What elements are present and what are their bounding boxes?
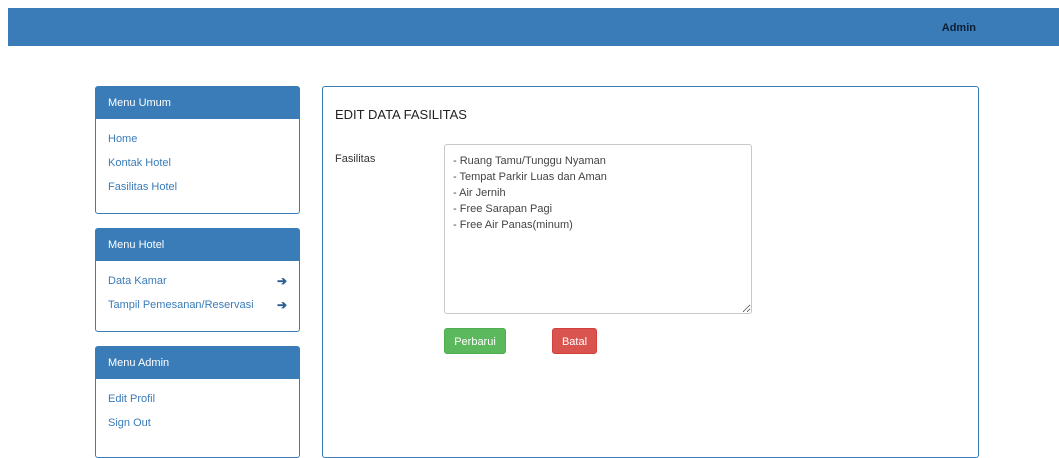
sidebar-item-data-kamar[interactable]: Data Kamar ➔ — [108, 269, 299, 293]
sidebar-item-edit-profil[interactable]: Edit Profil — [108, 387, 299, 411]
page-title: EDIT DATA FASILITAS — [335, 107, 467, 122]
sidebar-item-label: Data Kamar — [108, 275, 167, 287]
cancel-button[interactable]: Batal — [552, 328, 597, 354]
arrow-right-icon: ➔ — [276, 298, 287, 312]
edit-fasilitas-panel: EDIT DATA FASILITAS Fasilitas - Ruang Ta… — [322, 86, 979, 458]
sidebar-item-label: Kontak Hotel — [108, 157, 171, 169]
menu-umum-header: Menu Umum — [96, 87, 299, 119]
sidebar-item-label: Tampil Pemesanan/Reservasi — [108, 299, 254, 311]
menu-hotel-header: Menu Hotel — [96, 229, 299, 261]
top-navbar: Admin — [8, 8, 1059, 46]
sidebar-item-home[interactable]: Home — [108, 127, 299, 151]
admin-user-label[interactable]: Admin — [942, 22, 976, 34]
sidebar-item-fasilitas-hotel[interactable]: Fasilitas Hotel — [108, 175, 299, 199]
sidebar-item-tampil-pemesanan[interactable]: Tampil Pemesanan/Reservasi ➔ — [108, 293, 299, 317]
menu-admin-header: Menu Admin — [96, 347, 299, 379]
fasilitas-textarea[interactable]: - Ruang Tamu/Tunggu Nyaman - Tempat Park… — [444, 144, 752, 314]
update-button[interactable]: Perbarui — [444, 328, 506, 354]
menu-admin-panel: Menu Admin Edit Profil Sign Out — [95, 346, 300, 458]
sidebar-item-label: Edit Profil — [108, 393, 156, 405]
arrow-right-icon: ➔ — [276, 274, 287, 288]
sidebar-item-kontak-hotel[interactable]: Kontak Hotel — [108, 151, 299, 175]
sidebar-item-label: Home — [108, 133, 138, 145]
menu-hotel-panel: Menu Hotel Data Kamar ➔ Tampil Pemesanan… — [95, 228, 300, 332]
fasilitas-label: Fasilitas — [335, 153, 376, 165]
sidebar-item-sign-out[interactable]: Sign Out — [108, 411, 299, 435]
sidebar-item-label: Fasilitas Hotel — [108, 181, 178, 193]
menu-umum-panel: Menu Umum Home Kontak Hotel Fasilitas Ho… — [95, 86, 300, 214]
sidebar-item-label: Sign Out — [108, 417, 151, 429]
